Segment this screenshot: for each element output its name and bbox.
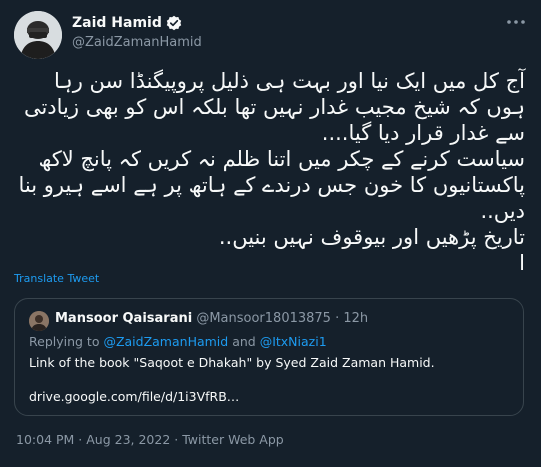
- verified-badge-icon: [166, 15, 182, 31]
- quoted-separator: ·: [330, 311, 344, 326]
- quoted-author-avatar: [29, 311, 49, 331]
- author-handle[interactable]: @ZaidZamanHamid: [72, 35, 202, 50]
- quoted-tweet[interactable]: Mansoor Qaisarani @Mansoor18013875 · 12h…: [14, 298, 524, 416]
- tweet-timestamp[interactable]: 10:04 PM · Aug 23, 2022 · Twitter Web Ap…: [16, 432, 284, 447]
- translate-tweet-link[interactable]: Translate Tweet: [14, 272, 99, 285]
- quoted-author-name: Mansoor Qaisarani: [55, 311, 193, 326]
- quoted-author-handle: @Mansoor18013875: [196, 311, 331, 326]
- quoted-replying-to: Replying to @ZaidZamanHamid and @ItxNiaz…: [29, 334, 327, 349]
- quoted-time: 12h: [343, 311, 369, 326]
- tweet-text: آج کل میں ایک نیا اور بہت ہی ذلیل پروپیگ…: [18, 69, 525, 275]
- mention-link[interactable]: @ItxNiazi1: [260, 334, 327, 349]
- quoted-tweet-text: Link of the book "Saqoot e Dhakah" by Sy…: [29, 355, 435, 370]
- replying-prefix: Replying to: [29, 334, 104, 349]
- quoted-tweet-link[interactable]: drive.google.com/file/d/1i3VfRB…: [29, 389, 239, 404]
- more-options-icon[interactable]: [505, 14, 527, 32]
- author-display-name[interactable]: Zaid Hamid: [72, 15, 162, 31]
- author-avatar[interactable]: [14, 11, 62, 59]
- mention-link[interactable]: @ZaidZamanHamid: [103, 334, 228, 349]
- replying-and: and: [228, 334, 260, 349]
